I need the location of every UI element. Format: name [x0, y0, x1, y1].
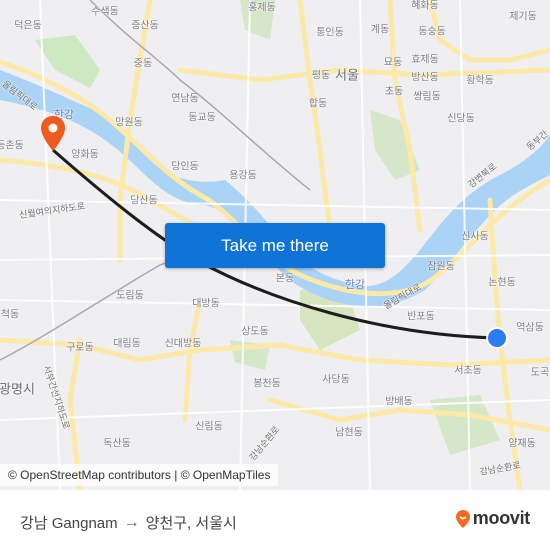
place-label: 도곡: [530, 367, 550, 379]
place-label: 척동: [0, 309, 20, 321]
place-label: 양화동: [71, 149, 99, 161]
origin-marker[interactable]: [485, 326, 509, 350]
place-label: 봉천동: [253, 378, 281, 390]
place-label: 당인동: [171, 161, 199, 173]
moovit-logo[interactable]: moovit: [455, 508, 530, 529]
place-label: 신사동: [461, 231, 489, 243]
place-label: 구로동: [66, 342, 94, 354]
place-label: 계동: [370, 24, 390, 36]
river-label: 한강: [344, 279, 366, 291]
footer: 강남 Gangnam → 양천구, 서울시 moovit: [0, 490, 550, 550]
place-label: 증산동: [131, 20, 159, 32]
place-label: 평동: [311, 70, 331, 82]
city-label: 서울: [335, 67, 359, 83]
place-label: 신당동: [447, 113, 475, 125]
place-label: 신대방동: [164, 338, 202, 350]
marker-dot-icon: [48, 123, 58, 133]
place-label: 통인동: [316, 27, 344, 39]
place-label: 덕은동: [14, 20, 42, 32]
minor-road: [0, 299, 550, 311]
place-label: 반포동: [407, 311, 435, 323]
place-label: 혜화동: [411, 0, 439, 12]
place-label: 방산동: [411, 72, 439, 84]
arrow-right-icon: →: [123, 513, 140, 531]
road: [182, 297, 203, 423]
place-label: 황학동: [466, 75, 494, 87]
place-label: 중동: [133, 58, 153, 70]
place-label: 쌍림동: [413, 91, 441, 103]
place-label: 잠원동: [427, 261, 455, 273]
place-label: 신림동: [195, 421, 223, 433]
place-label: 본동: [275, 273, 295, 285]
place-label: 동교동: [188, 112, 216, 124]
place-label: 양재동: [508, 438, 536, 450]
moovit-wordmark: moovit: [472, 508, 531, 528]
place-label: 대림동: [113, 338, 141, 350]
place-label: 망원동: [115, 117, 143, 129]
place-label: 상도동: [241, 326, 269, 338]
moovit-pin-icon: [455, 509, 470, 528]
place-label: 등촌동: [0, 140, 24, 152]
place-label: 제기동: [509, 11, 537, 23]
road: [177, 67, 550, 83]
place-label: 서초동: [454, 365, 482, 377]
place-label: 수색동: [91, 6, 119, 18]
place-label: 당산동: [130, 195, 158, 207]
destination-marker[interactable]: [40, 115, 66, 153]
origin-name: 강남 Gangnam: [20, 515, 118, 532]
place-label: 남현동: [335, 427, 363, 439]
city-label: 광명시: [0, 381, 35, 397]
place-label: 독산동: [103, 438, 131, 450]
route-title: 강남 Gangnam → 양천구, 서울시: [20, 512, 237, 533]
map-attribution[interactable]: © OpenStreetMap contributors | © OpenMap…: [0, 464, 279, 486]
take-me-there-button[interactable]: Take me there: [165, 223, 385, 268]
place-label: 홍제동: [248, 2, 276, 14]
place-label: 동숭동: [418, 26, 446, 38]
place-label: 연남동: [171, 93, 199, 105]
place-label: 효제동: [411, 54, 439, 66]
place-label: 역삼동: [516, 322, 544, 334]
place-label: 합동: [308, 98, 328, 110]
place-label: 초동: [384, 86, 404, 98]
place-label: 논현동: [488, 277, 516, 289]
destination-name: 양천구, 서울시: [145, 515, 237, 532]
place-label: 용강동: [229, 170, 257, 182]
place-label: 방배동: [385, 396, 413, 408]
place-label: 묘동: [383, 57, 403, 69]
place-label: 도림동: [116, 290, 144, 302]
road: [387, 0, 423, 233]
place-label: 사당동: [322, 374, 350, 386]
place-label: 대방동: [192, 298, 220, 310]
